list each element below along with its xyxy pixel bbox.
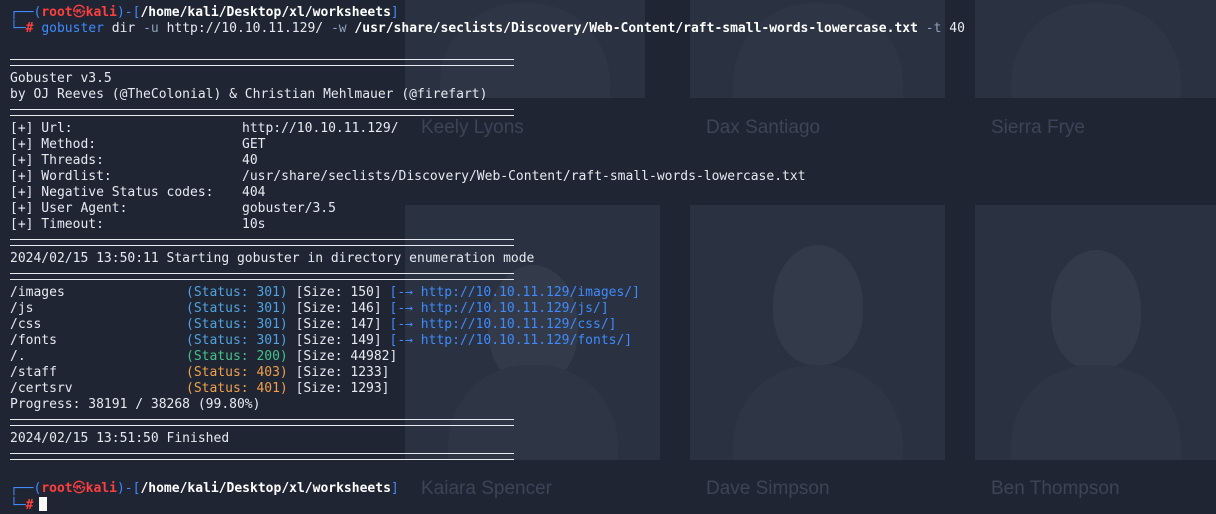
config-block: [+] Url: http://10.10.11.129/ [+] Method:… — [10, 121, 965, 233]
config-row: [+] User Agent: gobuster/3.5 — [10, 201, 336, 216]
redirect-link: [-→ http://10.10.11.129/fonts/] — [389, 333, 633, 348]
separator — [10, 59, 514, 66]
result-row: /certsrv (Status: 401) [Size: 1293] — [10, 381, 390, 396]
config-row: [+] Negative Status codes: 404 — [10, 185, 266, 200]
prompt-user: root — [41, 5, 73, 20]
command-threads: 40 — [949, 21, 965, 36]
config-row: [+] Url: http://10.10.11.129/ — [10, 121, 399, 136]
prompt-host: kali — [85, 5, 117, 20]
separator — [10, 453, 514, 460]
result-row: /. (Status: 200) [Size: 44982] — [10, 349, 398, 364]
prompt-line: ┌──(root㉿kali)-[/home/kali/Desktop/xl/wo… — [10, 5, 399, 20]
config-row: [+] Method: GET — [10, 137, 266, 152]
terminal-output[interactable]: ┌──(root㉿kali)-[/home/kali/Desktop/xl/wo… — [10, 5, 965, 513]
command-wordlist: /usr/share/seclists/Discovery/Web-Conten… — [354, 21, 918, 36]
separator — [10, 109, 514, 116]
result-row: /js (Status: 301) [Size: 146] [-→ http://… — [10, 301, 609, 316]
progress-line: Progress: 38191 / 38268 (99.80%) — [10, 397, 261, 412]
staff-name: Sierra Frye — [991, 117, 1085, 138]
separator — [10, 239, 514, 246]
flag-url: -u — [143, 21, 159, 36]
prompt-symbol: # — [25, 21, 34, 36]
input-line[interactable]: └─# — [10, 497, 965, 513]
finished-message: 2024/02/15 13:51:50 Finished — [10, 431, 230, 446]
command-subcommand: dir — [111, 21, 136, 36]
terminal-cursor[interactable] — [39, 497, 48, 511]
config-row: [+] Threads: 40 — [10, 153, 258, 168]
command-binary: gobuster — [41, 21, 104, 36]
staff-name: Ben Thompson — [991, 478, 1120, 499]
result-row: /fonts (Status: 301) [Size: 149] [-→ http… — [10, 333, 633, 348]
separator — [10, 419, 514, 426]
skull-icon: ㉿ — [72, 5, 86, 20]
banner-authors: by OJ Reeves (@TheColonial) & Christian … — [10, 87, 488, 102]
staff-photo — [975, 205, 1216, 460]
result-row: /css (Status: 301) [Size: 147] [-→ http:/… — [10, 317, 617, 332]
redirect-link: [-→ http://10.10.11.129/css/] — [389, 317, 617, 332]
separator — [10, 273, 514, 280]
banner-title: Gobuster v3.5 — [10, 71, 112, 86]
flag-threads: -t — [925, 21, 942, 36]
command-line: └─# gobuster dir -u http://10.10.11.129/… — [10, 21, 965, 36]
results-list: /images (Status: 301) [Size: 150] [-→ htt… — [10, 285, 965, 397]
result-row: /staff (Status: 403) [Size: 1233] — [10, 365, 390, 380]
flag-wordlist: -w — [330, 21, 347, 36]
prompt-line: ┌──(root㉿kali)-[/home/kali/Desktop/xl/wo… — [10, 481, 399, 496]
prompt-cwd: /home/kali/Desktop/xl/worksheets — [140, 5, 391, 20]
config-row: [+] Wordlist:/usr/share/seclists/Discove… — [10, 169, 806, 184]
start-message: 2024/02/15 13:50:11 Starting gobuster in… — [10, 251, 535, 266]
command-url: http://10.10.11.129/ — [166, 21, 324, 36]
redirect-link: [-→ http://10.10.11.129/images/] — [389, 285, 640, 300]
skull-icon: ㉿ — [72, 481, 86, 496]
staff-photo — [975, 0, 1216, 98]
result-row: /images (Status: 301) [Size: 150] [-→ htt… — [10, 285, 640, 300]
redirect-link: [-→ http://10.10.11.129/js/] — [389, 301, 609, 316]
config-row: [+] Timeout: 10s — [10, 217, 266, 232]
